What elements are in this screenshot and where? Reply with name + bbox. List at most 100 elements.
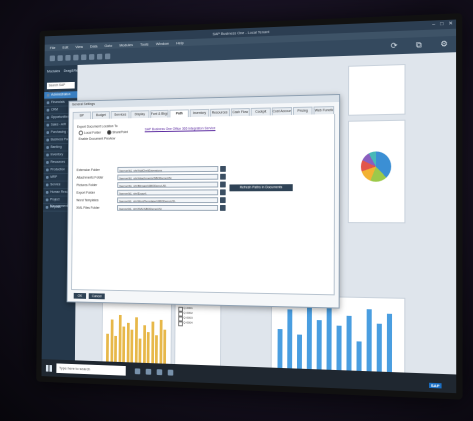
refresh-paths-button[interactable]: Refresh Paths in Documents (229, 184, 293, 192)
module-icon (46, 108, 50, 112)
sidebar-item-label: Production (50, 167, 66, 172)
background-bar (146, 332, 150, 365)
toolbar-button[interactable] (81, 54, 87, 61)
path-input[interactable]: \\server\b1_shr\Attachments\SBODemoUS\ (117, 173, 219, 181)
background-bar (356, 341, 362, 372)
photo-scene: SAP Business One - Local Tenant – □ ✕ Fi… (0, 0, 473, 421)
task-view-icon[interactable] (134, 368, 141, 375)
sidebar-item-label: Financials (51, 99, 65, 105)
background-bar (366, 309, 372, 373)
toolbar-button[interactable] (96, 53, 103, 60)
sharepoint-service-link[interactable]: SAP Business One Office 365 Integration … (145, 126, 216, 131)
radio-local-label: Local Folder (83, 130, 102, 135)
background-bar (114, 335, 117, 363)
module-icon (45, 205, 49, 209)
path-input[interactable]: \\server\b1_shr\WordTemplates\SBODemoUS\ (117, 197, 219, 204)
pie-chart-tile (347, 119, 406, 224)
toolbar-right-icons: ⟳ ⧉ ⚙ (391, 39, 448, 51)
path-input[interactable]: \\server\b1_shr\Bitmaps\SBODemoUS\ (117, 181, 219, 188)
background-bar (126, 322, 130, 364)
background-bar (316, 320, 322, 371)
background-bar (376, 323, 382, 373)
toolbar-button[interactable] (49, 55, 55, 62)
sidebar-header: Modules Drag&Relate (44, 65, 84, 83)
sidebar-search-input[interactable]: Search SAP Business (46, 81, 75, 94)
radio-sharepoint-label: SharePoint (112, 130, 128, 135)
module-icon (46, 93, 50, 97)
browse-button[interactable] (220, 173, 226, 180)
explorer-icon[interactable] (145, 368, 152, 375)
background-bar (106, 333, 109, 363)
sidebar-item-label: Resources (50, 159, 66, 164)
module-icon (46, 101, 50, 105)
checkbox-icon (178, 306, 183, 312)
path-label: Attachments Folder (76, 175, 104, 180)
toolbar-button[interactable] (88, 54, 95, 60)
background-bar (326, 305, 332, 371)
background-bar (336, 325, 342, 372)
close-button[interactable]: ✕ (449, 20, 453, 29)
background-bar (118, 314, 122, 363)
module-icon (46, 116, 50, 120)
cancel-button[interactable]: Cancel (88, 293, 105, 300)
module-icon (46, 123, 50, 127)
browse-button[interactable] (219, 205, 226, 211)
path-input[interactable]: \\server\b1_shr\AddOns\Extensions (117, 166, 219, 173)
toolbar-button[interactable] (57, 55, 63, 61)
path-input[interactable]: \\server\b1_shr\Export\ (117, 189, 219, 196)
list-item[interactable]: Q-0004 (178, 320, 193, 326)
app-title: SAP Business One - Local Tenant (212, 29, 270, 37)
taskbar-search-input[interactable]: Type here to search (56, 363, 126, 376)
module-icon (45, 176, 49, 179)
browser-icon[interactable] (156, 369, 163, 376)
sidebar-item-label: CRM (50, 107, 58, 112)
module-icon (46, 153, 49, 157)
toolbar-button[interactable] (73, 54, 79, 61)
browse-button[interactable] (220, 165, 226, 172)
radio-local-folder[interactable]: Local Folder (78, 130, 102, 136)
background-bar (163, 329, 167, 365)
list-item-label: Q-0004 (183, 320, 193, 325)
browse-button[interactable] (220, 181, 226, 188)
path-label: Extension Folder (76, 168, 100, 173)
settings-icon[interactable]: ⚙ (440, 39, 447, 49)
share-icon[interactable]: ⧉ (416, 40, 422, 50)
path-label: Word Templates (76, 198, 99, 203)
background-bar (122, 326, 126, 364)
background-bar (386, 313, 393, 374)
maximize-button[interactable]: □ (440, 20, 443, 29)
toolbar-button[interactable] (104, 53, 111, 60)
browse-button[interactable] (219, 197, 226, 204)
sidebar-item-label: Inventory (50, 152, 64, 157)
sap-app-icon[interactable] (167, 369, 174, 376)
radio-icon (106, 130, 112, 135)
refresh-icon[interactable]: ⟳ (391, 41, 398, 51)
dashboard-tile (348, 64, 406, 116)
module-icon (45, 198, 49, 202)
location-label: Export Document Location To (76, 124, 118, 129)
sidebar-item-label: MRP (50, 175, 58, 179)
background-bar (159, 319, 163, 365)
background-bar (346, 315, 352, 372)
checkbox-icon (178, 311, 183, 317)
toolbar-button[interactable] (65, 54, 71, 61)
sidebar-item-label: Administration (51, 92, 71, 97)
browse-button[interactable] (220, 189, 226, 196)
background-bar (296, 334, 302, 370)
ok-button[interactable]: OK (73, 292, 87, 299)
enable-document-preview[interactable]: Enable Document Preview (79, 137, 116, 141)
monitor: SAP Business One - Local Tenant – □ ✕ Fi… (36, 13, 463, 400)
module-icon (45, 190, 49, 194)
sidebar-item-label: Banking (50, 144, 62, 149)
module-icon (46, 161, 49, 164)
windows-start-icon[interactable] (45, 364, 53, 372)
tab-modules[interactable]: Modules (47, 68, 60, 80)
radio-sharepoint[interactable]: SharePoint (106, 130, 128, 135)
background-bar (150, 321, 154, 365)
radio-icon (78, 130, 84, 136)
general-settings-dialog: General Settings BP Budget Services Display… (66, 93, 341, 309)
minimize-button[interactable]: – (432, 20, 435, 29)
path-label: XML Files Folder (76, 205, 100, 210)
path-panel: Export Document Location To Local Folder… (71, 114, 336, 296)
path-input[interactable]: \\server\b1_shr\XML\SBODemoUS\ (117, 205, 219, 211)
